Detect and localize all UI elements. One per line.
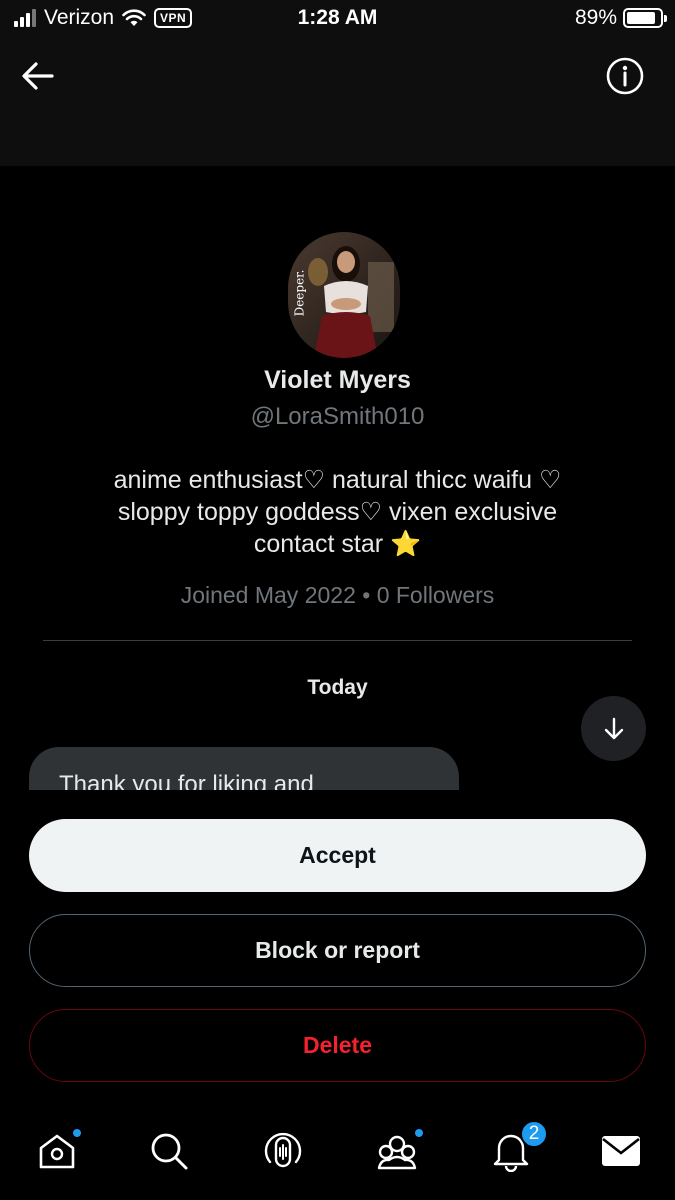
message-list: Thank you for liking and [0, 740, 675, 790]
communities-icon [377, 1135, 417, 1170]
date-separator: Today [307, 676, 368, 699]
profile-bio: anime enthusiast♡ natural thicc waifu ♡ … [60, 464, 615, 560]
bio-line: anime enthusiast♡ natural thicc waifu ♡ [113, 466, 562, 494]
home-unread-dot [72, 1128, 82, 1138]
spaces-icon [264, 1132, 302, 1168]
nav-home[interactable] [34, 1128, 82, 1174]
info-circle-icon [606, 57, 644, 95]
arrow-down-icon [604, 717, 623, 739]
battery-percent: 89% [574, 6, 617, 29]
home-icon [39, 1134, 75, 1169]
block-or-report-button[interactable]: Block or report [29, 914, 646, 987]
messages-icon [602, 1136, 640, 1166]
scroll-to-bottom-button[interactable] [581, 696, 646, 761]
profile-meta: Joined May 2022 • 0 Followers [180, 582, 495, 608]
battery-icon [623, 8, 667, 28]
notifications-badge: 2 [520, 1120, 548, 1148]
communities-unread-dot [414, 1128, 424, 1138]
message-bubble[interactable]: Thank you for liking and [29, 747, 459, 790]
bio-line: contact star ⭐ [253, 530, 422, 558]
back-button[interactable] [18, 58, 58, 94]
screen: Verizon VPN 1:28 AM 89% Deeper. Violet M… [0, 0, 675, 1200]
arrow-left-icon [22, 62, 54, 90]
accept-button[interactable]: Accept [29, 819, 646, 892]
delete-button[interactable]: Delete [29, 1009, 646, 1082]
profile-handle[interactable]: @LoraSmith010 [0, 403, 675, 431]
divider [43, 640, 632, 641]
bio-line: sloppy toppy goddess♡ vixen exclusive [117, 498, 558, 526]
status-time: 1:28 AM [297, 6, 378, 29]
avatar-watermark: Deeper. [292, 269, 307, 317]
conversation-header [0, 38, 675, 166]
nav-communities[interactable] [374, 1128, 424, 1174]
profile-name[interactable]: Violet Myers [0, 366, 675, 395]
status-bar: Verizon VPN 1:28 AM 89% [0, 0, 675, 38]
message-request-actions: Accept Block or report Delete [0, 790, 675, 1108]
search-icon [151, 1133, 188, 1170]
nav-messages[interactable] [598, 1128, 644, 1174]
info-button[interactable] [605, 56, 645, 96]
nav-spaces[interactable] [260, 1128, 306, 1174]
bottom-nav: 2 [0, 1108, 675, 1200]
avatar[interactable]: Deeper. [288, 232, 400, 358]
nav-notifications[interactable]: 2 [488, 1120, 548, 1174]
nav-search[interactable] [146, 1128, 192, 1174]
status-right: 89% [574, 6, 667, 30]
